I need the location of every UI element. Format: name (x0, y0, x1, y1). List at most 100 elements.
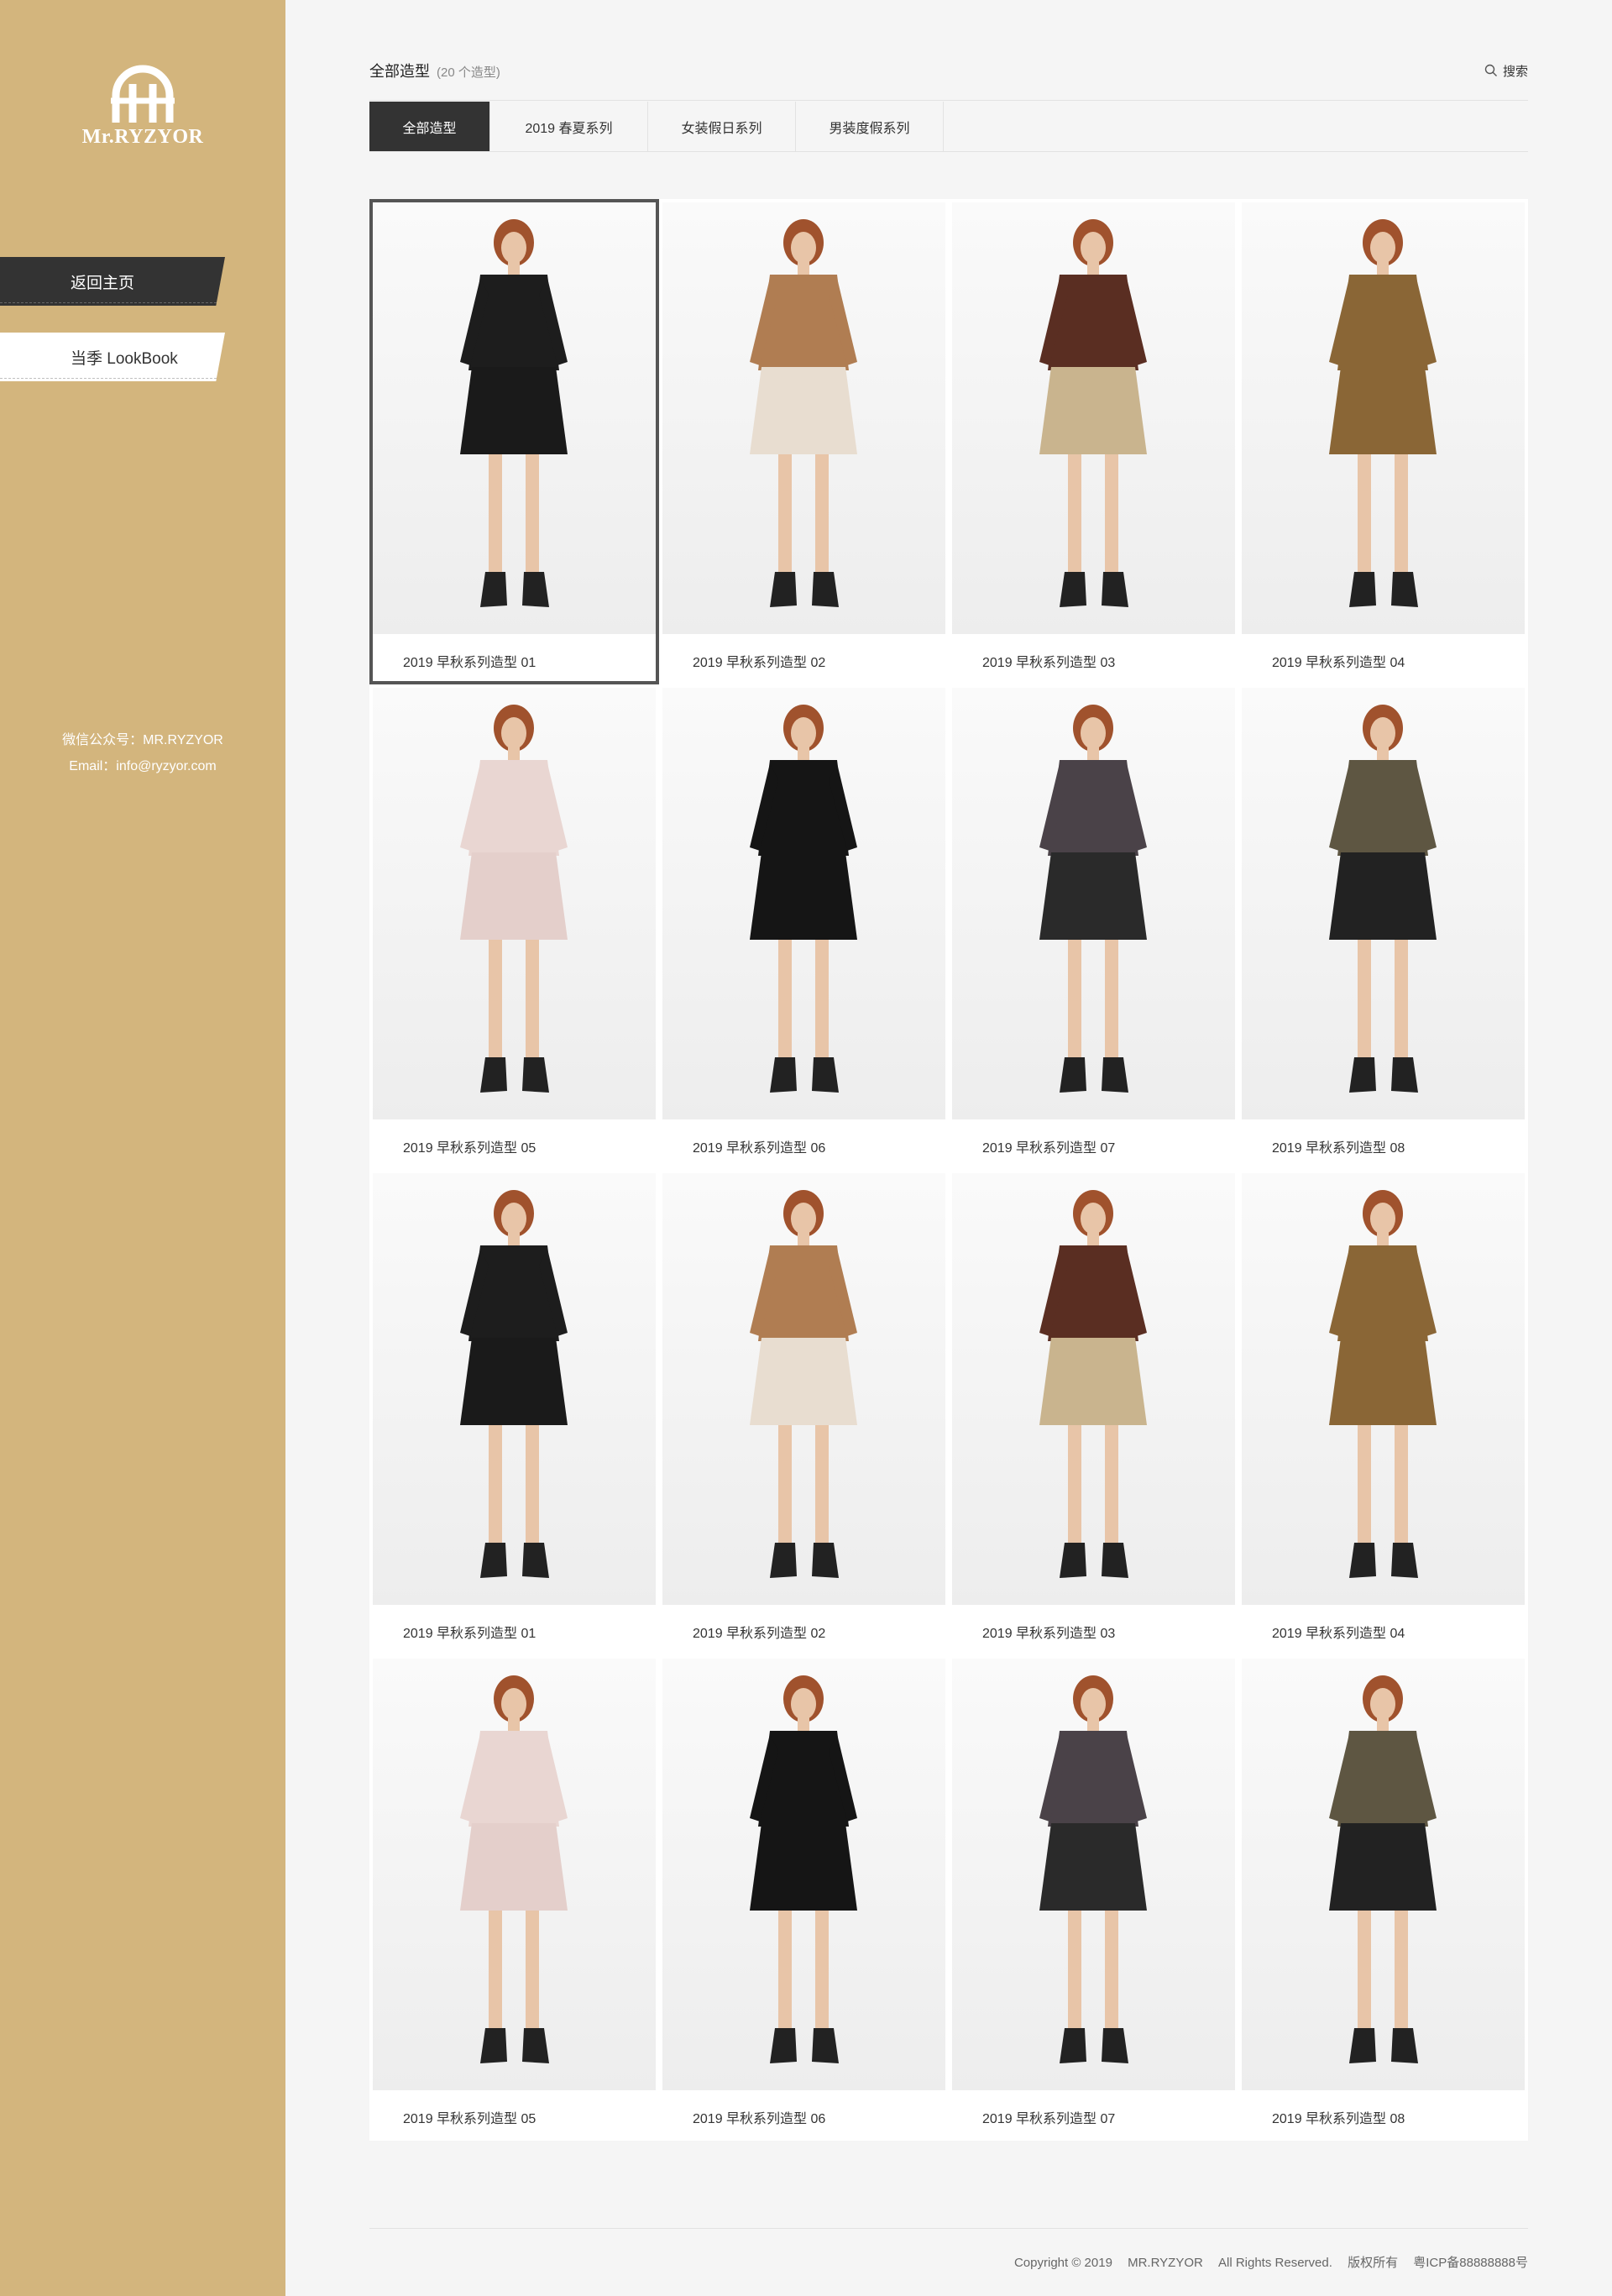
tab-label: 女装假日系列 (681, 121, 762, 136)
look-card[interactable]: 2019 早秋系列造型 06 (659, 684, 949, 1170)
icp-text: 粤ICP备88888888号 (1413, 2256, 1528, 2270)
look-caption: 2019 早秋系列造型 08 (1272, 1141, 1405, 1156)
look-photo (373, 202, 656, 634)
rights-text: All Rights Reserved. (1218, 2256, 1332, 2270)
header-row: 全部造型 (20 个造型) 搜索 (369, 57, 1528, 84)
collection-tabs: 全部造型 2019 春夏系列 女装假日系列 男装度假系列 (369, 102, 944, 151)
search-button[interactable]: 搜索 (1484, 62, 1528, 80)
email-text: Email：info@ryzyor.com (69, 759, 217, 773)
brand-logo[interactable]: Mr.RYZYOR (0, 64, 285, 149)
page-heading: 全部造型 (20 个造型) (369, 60, 500, 81)
look-card[interactable]: 2019 早秋系列造型 02 (659, 199, 949, 684)
model-figure-icon (460, 1675, 568, 2063)
model-figure-icon (750, 705, 857, 1093)
look-caption: 2019 早秋系列造型 06 (693, 2112, 826, 2126)
model-figure-icon (460, 1190, 568, 1578)
model-figure-icon (750, 219, 857, 607)
model-figure-icon (1039, 1190, 1147, 1578)
header-divider (369, 100, 1528, 101)
look-card[interactable]: 2019 早秋系列造型 04 (1238, 199, 1528, 684)
look-card[interactable]: 2019 早秋系列造型 07 (949, 1655, 1238, 2141)
main-content: 全部造型 (20 个造型) 搜索 全部造型 2019 春夏系列 女装假日系列 男装… (369, 0, 1528, 2296)
tab-all-looks[interactable]: 全部造型 (369, 102, 490, 151)
look-photo (662, 1173, 945, 1605)
look-photo (1242, 202, 1525, 634)
look-caption: 2019 早秋系列造型 04 (1272, 1627, 1405, 1641)
nav-home-button[interactable]: 返回主页 (0, 257, 225, 306)
model-figure-icon (1039, 705, 1147, 1093)
look-card[interactable]: 2019 早秋系列造型 05 (369, 1655, 659, 2141)
model-figure-icon (1329, 1190, 1437, 1578)
nav-lookbook-button[interactable]: 当季 LookBook (0, 333, 225, 381)
look-caption: 2019 早秋系列造型 05 (403, 2112, 536, 2126)
look-photo (662, 688, 945, 1119)
search-icon (1484, 64, 1497, 76)
tab-label: 2019 春夏系列 (525, 121, 613, 136)
owner-text: 版权所有 (1348, 2256, 1399, 2270)
model-figure-icon (1039, 219, 1147, 607)
look-card[interactable]: 2019 早秋系列造型 06 (659, 1655, 949, 2141)
footer: Copyright © 2019 MR.RYZYOR All Rights Re… (1002, 2253, 1528, 2271)
wechat-text: 微信公众号：MR.RYZYOR (62, 733, 223, 747)
look-caption: 2019 早秋系列造型 08 (1272, 2112, 1405, 2126)
look-photo (373, 688, 656, 1119)
look-card[interactable]: 2019 早秋系列造型 08 (1238, 1655, 1528, 2141)
look-caption: 2019 早秋系列造型 03 (982, 1627, 1116, 1641)
look-card[interactable]: 2019 早秋系列造型 03 (949, 199, 1238, 684)
look-card[interactable]: 2019 早秋系列造型 05 (369, 684, 659, 1170)
look-photo (662, 202, 945, 634)
model-figure-icon (1329, 705, 1437, 1093)
look-caption: 2019 早秋系列造型 05 (403, 1141, 536, 1156)
brand-mark-icon (111, 65, 175, 123)
model-figure-icon (750, 1190, 857, 1578)
look-photo (1242, 688, 1525, 1119)
look-count: (20 个造型) (437, 66, 500, 80)
model-figure-icon (460, 219, 568, 607)
model-figure-icon (1329, 1675, 1437, 2063)
tab-men-resort[interactable]: 男装度假系列 (796, 102, 944, 151)
look-card[interactable]: 2019 早秋系列造型 01 (369, 1170, 659, 1655)
nav-lookbook-label: 当季 LookBook (71, 349, 178, 368)
look-photo (1242, 1173, 1525, 1605)
model-figure-icon (750, 1675, 857, 2063)
look-photo (952, 202, 1235, 634)
look-card[interactable]: 2019 早秋系列造型 01 (369, 199, 659, 684)
look-caption: 2019 早秋系列造型 01 (403, 656, 536, 670)
look-photo (952, 688, 1235, 1119)
footer-divider (369, 2228, 1528, 2229)
look-card[interactable]: 2019 早秋系列造型 08 (1238, 684, 1528, 1170)
look-caption: 2019 早秋系列造型 02 (693, 1627, 826, 1641)
look-photo (373, 1659, 656, 2090)
look-caption: 2019 早秋系列造型 01 (403, 1627, 536, 1641)
model-figure-icon (1039, 1675, 1147, 2063)
tab-label: 全部造型 (402, 121, 457, 136)
look-photo (952, 1659, 1235, 2090)
look-caption: 2019 早秋系列造型 07 (982, 2112, 1116, 2126)
look-photo (1242, 1659, 1525, 2090)
company-text: MR.RYZYOR (1128, 2256, 1203, 2270)
look-caption: 2019 早秋系列造型 02 (693, 656, 826, 670)
tabs-divider (369, 151, 1528, 152)
look-card[interactable]: 2019 早秋系列造型 07 (949, 684, 1238, 1170)
contact-info: 微信公众号：MR.RYZYOR Email：info@ryzyor.com (0, 727, 285, 779)
look-grid: 2019 早秋系列造型 01 2019 早秋系列造型 02 2019 早秋系列造型 … (369, 199, 1528, 2141)
look-photo (952, 1173, 1235, 1605)
brand-name: Mr.RYZYOR (81, 126, 204, 148)
look-photo (662, 1659, 945, 2090)
nav-home-label: 返回主页 (71, 274, 135, 292)
page-title: 全部造型 (369, 63, 430, 80)
look-card[interactable]: 2019 早秋系列造型 02 (659, 1170, 949, 1655)
tab-2019-ss[interactable]: 2019 春夏系列 (490, 102, 648, 151)
look-card[interactable]: 2019 早秋系列造型 04 (1238, 1170, 1528, 1655)
search-label: 搜索 (1502, 64, 1528, 79)
look-photo (373, 1173, 656, 1605)
tab-women-holiday[interactable]: 女装假日系列 (648, 102, 796, 151)
look-caption: 2019 早秋系列造型 03 (982, 656, 1116, 670)
tab-label: 男装度假系列 (829, 121, 910, 136)
look-card[interactable]: 2019 早秋系列造型 03 (949, 1170, 1238, 1655)
copyright-text: Copyright © 2019 (1013, 2256, 1112, 2270)
model-figure-icon (1329, 219, 1437, 607)
look-caption: 2019 早秋系列造型 07 (982, 1141, 1116, 1156)
look-caption: 2019 早秋系列造型 04 (1272, 656, 1405, 670)
sidebar: Mr.RYZYOR 返回主页 当季 LookBook 微信公众号：MR.RYZY… (0, 0, 285, 2296)
